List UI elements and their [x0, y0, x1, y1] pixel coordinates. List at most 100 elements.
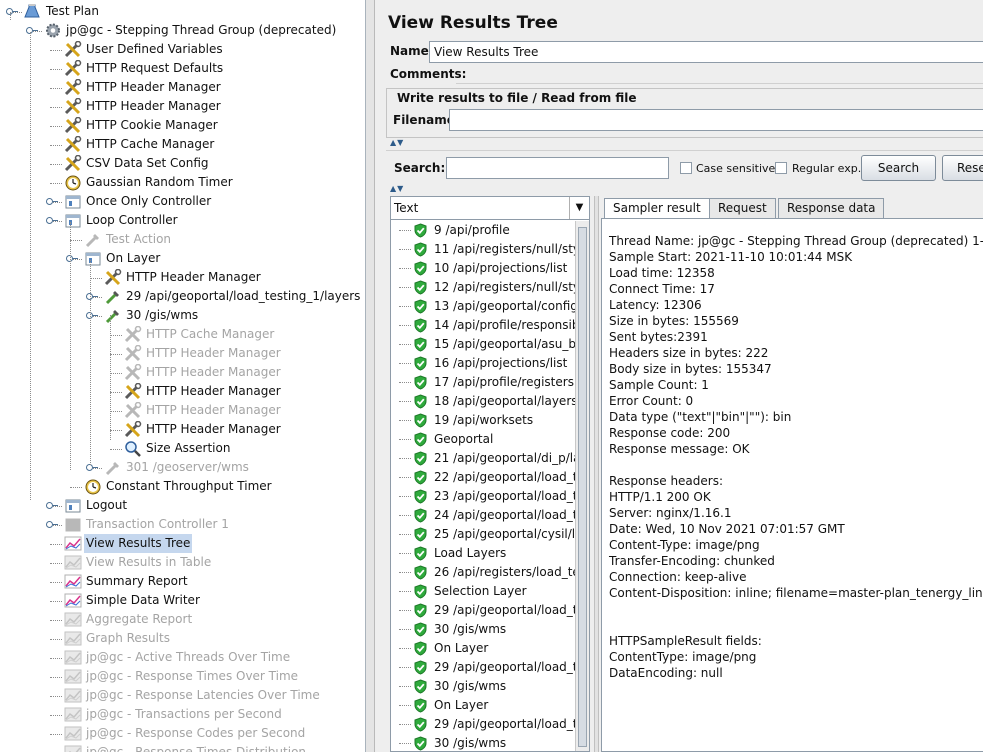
result-row-label: 29 /api/geoportal/load_tes	[434, 660, 575, 674]
regex-checkbox[interactable]	[775, 162, 787, 174]
result-row[interactable]: 15 /api/geoportal/asu_bvs	[391, 335, 575, 354]
sampler-result-line: Transfer-Encoding: chunked	[609, 554, 775, 568]
tab-response-data[interactable]: Response data	[778, 198, 885, 218]
wrench-icon	[124, 420, 142, 438]
result-row[interactable]: 22 /api/geoportal/load_tes	[391, 468, 575, 487]
result-row[interactable]: 30 /gis/wms	[391, 677, 575, 696]
tree-item-label: jp@gc - Response Times Distribution	[86, 745, 307, 752]
case-sensitive-checkbox[interactable]	[680, 162, 692, 174]
result-row-label: 29 /api/geoportal/load_tes	[434, 603, 575, 617]
tree-expand-toggle[interactable]	[46, 502, 58, 509]
tree-item-label: Graph Results	[86, 631, 170, 645]
tree-connector	[399, 477, 411, 478]
result-row[interactable]: 30 /gis/wms	[391, 734, 575, 751]
tree-connector	[50, 734, 62, 735]
tree-guide-line	[90, 260, 91, 465]
search-input[interactable]	[446, 157, 669, 179]
reset-button[interactable]: Rese	[942, 155, 983, 181]
tree-connector	[50, 126, 62, 127]
tree-connector	[50, 544, 62, 545]
result-row[interactable]: 18 /api/geoportal/layers/u	[391, 392, 575, 411]
tree-item-label: jp@gc - Transactions per Second	[86, 707, 282, 721]
scrollbar-thumb[interactable]	[578, 227, 587, 747]
tab-request[interactable]: Request	[709, 198, 776, 218]
result-row[interactable]: 26 /api/registers/load_tes	[391, 563, 575, 582]
results-list-scrollbar[interactable]	[575, 221, 589, 751]
wrench-icon	[124, 363, 142, 381]
graph-icon	[64, 573, 82, 590]
result-row-label: 15 /api/geoportal/asu_bvs	[434, 337, 575, 351]
result-row[interactable]: 10 /api/projections/list	[391, 259, 575, 278]
result-row[interactable]: 30 /gis/wms	[391, 620, 575, 639]
result-row[interactable]: Load Layers	[391, 544, 575, 563]
gear-icon	[44, 22, 62, 39]
split-pane-divider[interactable]	[366, 0, 375, 752]
comments-input[interactable]	[456, 64, 983, 84]
tree-connector	[399, 287, 411, 288]
collapse-arrows-icon[interactable]: ▲▼	[390, 184, 404, 193]
tree-expand-toggle[interactable]	[86, 464, 98, 471]
result-row[interactable]: 14 /api/profile/responsibil	[391, 316, 575, 335]
tree-expand-toggle[interactable]	[46, 521, 58, 528]
collapse-arrows-icon[interactable]: ▲▼	[390, 138, 404, 147]
result-row[interactable]: 29 /api/geoportal/load_tes	[391, 601, 575, 620]
sampler-result-line: Content-Type: image/png	[609, 538, 760, 552]
tree-item-label: 29 /api/geoportal/load_testing_1/layers	[126, 289, 361, 303]
tree-item-label: Size Assertion	[146, 441, 231, 455]
sampler-result-line: Headers size in bytes: 222	[609, 346, 769, 360]
tree-item-label: 30 /gis/wms	[126, 308, 199, 322]
result-row[interactable]: On Layer	[391, 696, 575, 715]
result-row[interactable]: 11 /api/registers/null/style	[391, 240, 575, 259]
wrench-icon	[124, 401, 142, 419]
tree-connector	[399, 401, 411, 402]
result-row[interactable]: 12 /api/registers/null/style	[391, 278, 575, 297]
results-list[interactable]: Text ▼ 9 /api/profile 11 /api/registers/n…	[390, 196, 590, 752]
tree-expand-toggle[interactable]	[46, 217, 58, 224]
success-shield-icon	[413, 717, 428, 732]
tree-item-label: HTTP Header Manager	[146, 422, 281, 436]
tab-sampler-result[interactable]: Sampler result	[604, 198, 710, 219]
result-row-label: 30 /gis/wms	[434, 679, 507, 693]
sampler-result-text[interactable]: Thread Name: jp@gc - Stepping Thread Gro…	[601, 218, 983, 752]
tree-item-label: Gaussian Random Timer	[86, 175, 233, 189]
result-row[interactable]: 17 /api/profile/registers	[391, 373, 575, 392]
sampler-result-line: Sample Count: 1	[609, 378, 709, 392]
filename-input[interactable]	[449, 109, 983, 131]
tree-expand-toggle[interactable]	[46, 198, 58, 205]
view-results-tree-panel: View Results Tree Name: View Results Tre…	[376, 0, 983, 752]
tree-item-label: View Results Tree	[84, 534, 193, 553]
timer-icon	[64, 174, 82, 191]
tree-item-label: CSV Data Set Config	[86, 156, 209, 170]
tree-item-label: Constant Throughput Timer	[106, 479, 272, 493]
tree-connector	[110, 335, 122, 336]
result-row[interactable]: 29 /api/geoportal/load_tes	[391, 715, 575, 734]
result-row-label: Geoportal	[434, 432, 494, 446]
success-shield-icon	[413, 299, 428, 314]
result-row[interactable]: Geoportal	[391, 430, 575, 449]
sampler-result-line: Sample Start: 2021-11-10 10:01:44 MSK	[609, 250, 853, 264]
results-list-header[interactable]: Text ▼	[391, 197, 589, 220]
test-plan-tree[interactable]: Test Plan jp@gc - Stepping Thread Group (…	[0, 0, 366, 752]
wrench-icon	[124, 382, 142, 400]
results-split-divider[interactable]	[594, 196, 599, 752]
result-row[interactable]: 23 /api/geoportal/load_tes	[391, 487, 575, 506]
tree-item-label: HTTP Header Manager	[146, 365, 281, 379]
result-row[interactable]: Selection Layer	[391, 582, 575, 601]
result-row[interactable]: 24 /api/geoportal/load_tes	[391, 506, 575, 525]
result-row[interactable]: On Layer	[391, 639, 575, 658]
result-row[interactable]: 19 /api/worksets	[391, 411, 575, 430]
tree-item-label: HTTP Cache Manager	[86, 137, 215, 151]
result-row[interactable]: 16 /api/projections/list	[391, 354, 575, 373]
tree-connector	[399, 534, 411, 535]
success-shield-icon	[413, 527, 428, 542]
name-input[interactable]: View Results Tree	[429, 41, 983, 63]
sampler-result-line: Load time: 12358	[609, 266, 715, 280]
chevron-down-icon[interactable]: ▼	[569, 197, 589, 219]
tree-item-label: HTTP Header Manager	[126, 270, 261, 284]
result-row[interactable]: 9 /api/profile	[391, 221, 575, 240]
result-row[interactable]: 25 /api/geoportal/cysil/laye	[391, 525, 575, 544]
result-row[interactable]: 13 /api/geoportal/config	[391, 297, 575, 316]
result-row[interactable]: 21 /api/geoportal/di_p/laye	[391, 449, 575, 468]
result-row[interactable]: 29 /api/geoportal/load_tes	[391, 658, 575, 677]
search-button[interactable]: Search	[861, 155, 936, 181]
